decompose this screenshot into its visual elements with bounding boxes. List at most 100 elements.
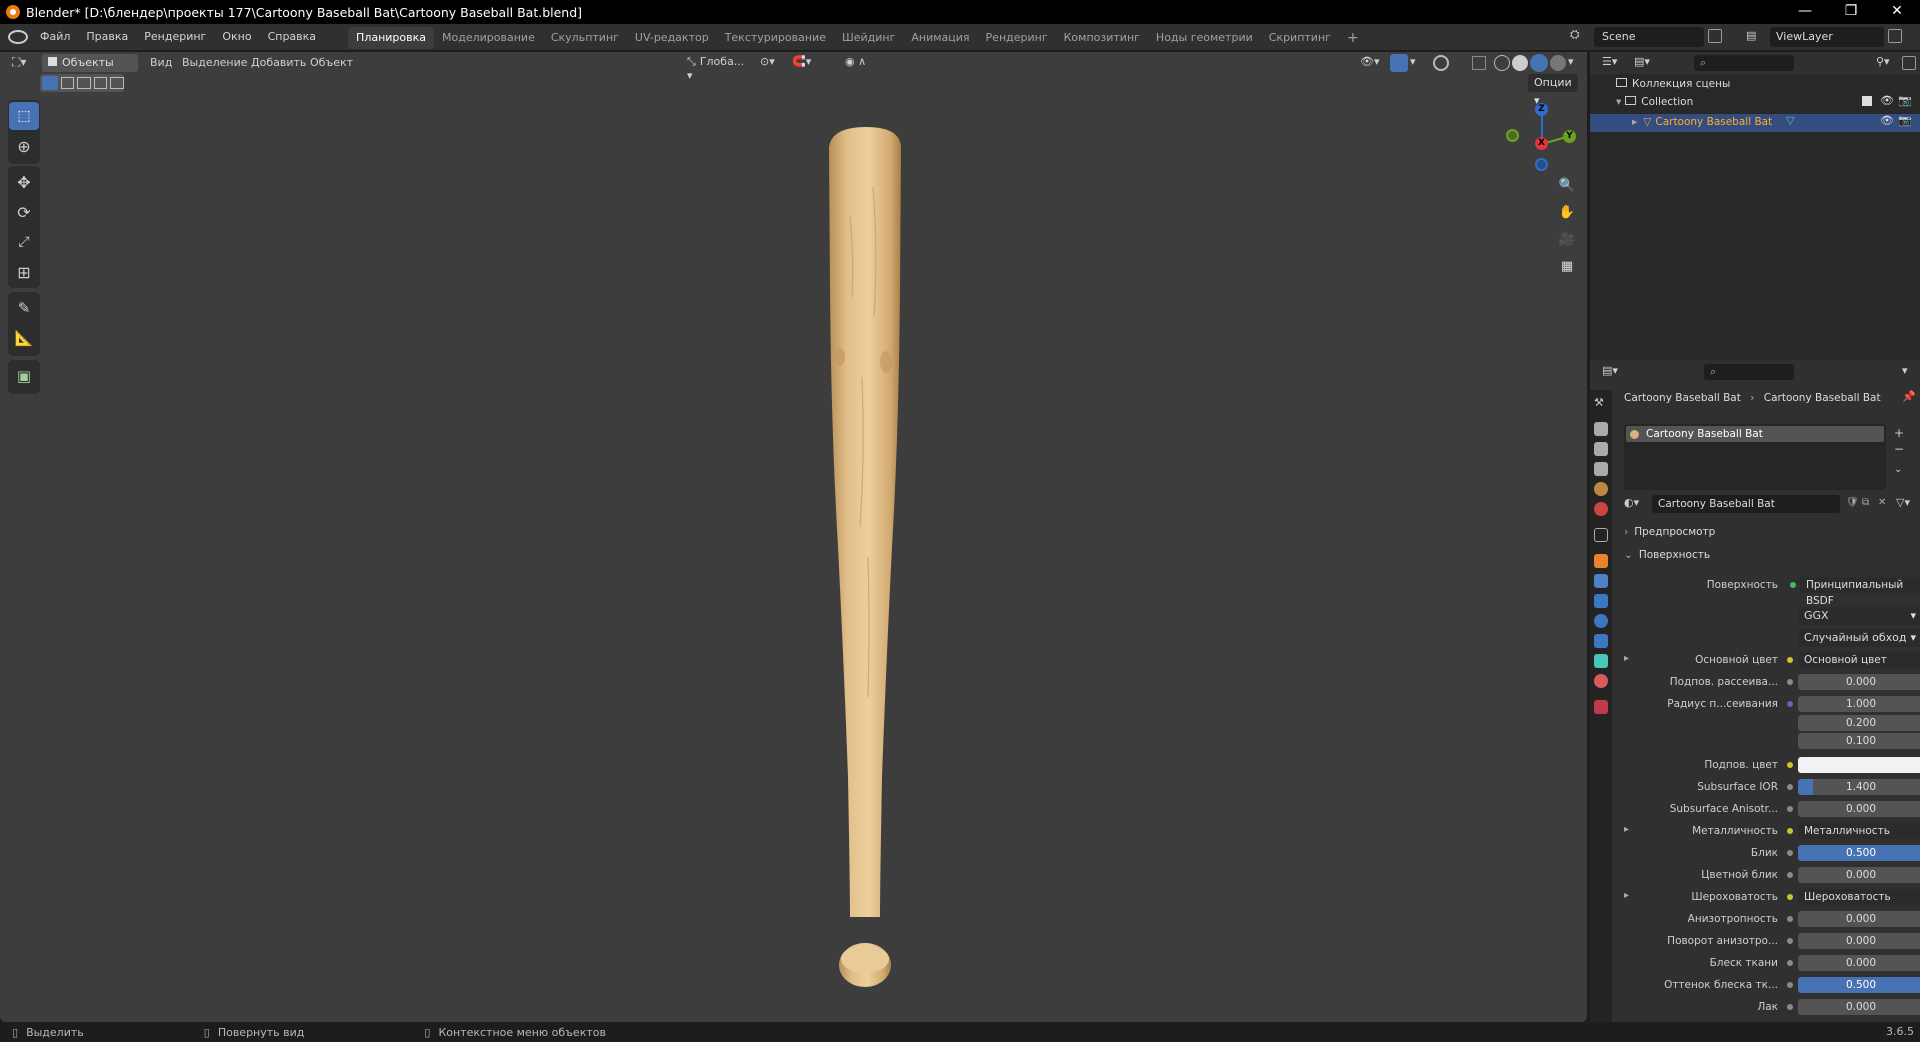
options-dropdown[interactable]: Опции ▾	[1528, 74, 1578, 107]
blender-menu-icon[interactable]	[8, 30, 28, 44]
mode-selector[interactable]: Объекты	[42, 54, 138, 72]
material-browse-icon[interactable]: ◐▾	[1624, 496, 1639, 509]
move-tool[interactable]: ✥	[9, 168, 39, 196]
scene-selector[interactable]: Scene	[1594, 27, 1704, 47]
tab-layout[interactable]: Планировка	[348, 26, 435, 49]
viewport-menu-object[interactable]: Объект	[310, 56, 353, 69]
material-slot-item[interactable]: Cartoony Baseball Bat	[1626, 426, 1884, 442]
display-mode-icon[interactable]: ▤▾	[1634, 55, 1650, 68]
gizmo-x-axis[interactable]: X	[1535, 137, 1548, 150]
value-slider[interactable]: 0.500	[1798, 845, 1920, 861]
unlink-material-icon[interactable]: ✕	[1878, 497, 1886, 508]
remove-slot-button[interactable]: −	[1894, 442, 1904, 456]
menu-render[interactable]: Рендеринг	[136, 24, 214, 50]
mesh-data-icon[interactable]: ▽	[1786, 114, 1794, 127]
properties-options-icon[interactable]: ▾	[1902, 364, 1908, 377]
minimize-button[interactable]: —	[1782, 0, 1828, 24]
physics-tab-icon[interactable]	[1594, 614, 1608, 628]
properties-search-input[interactable]: ⌕	[1704, 364, 1794, 380]
measure-tool[interactable]: 📐	[9, 324, 39, 352]
object-row-label[interactable]: ▸ ▽ Cartoony Baseball Bat	[1632, 116, 1772, 128]
value-slider[interactable]: 0.000	[1798, 867, 1920, 883]
view-layer-selector[interactable]: ViewLayer	[1770, 27, 1884, 47]
menu-edit[interactable]: Правка	[78, 24, 136, 50]
linked-input-field[interactable]: Шероховатость	[1798, 889, 1920, 905]
menu-help[interactable]: Справка	[260, 24, 324, 50]
close-button[interactable]: ✕	[1874, 0, 1920, 24]
shading-solid-icon[interactable]	[1512, 55, 1528, 71]
transform-orientation[interactable]: ⤡ Глоба... ▾	[687, 55, 752, 82]
select-new-icon[interactable]	[42, 76, 58, 90]
input-socket-icon[interactable]	[1787, 806, 1793, 812]
value-slider[interactable]: 0.000	[1798, 933, 1920, 949]
menu-file[interactable]: Файл	[32, 24, 78, 50]
input-socket-icon[interactable]	[1787, 679, 1793, 685]
value-slider[interactable]: 0.000	[1798, 999, 1920, 1015]
collection-checkbox[interactable]	[1862, 96, 1872, 106]
value-slider[interactable]: 0.000	[1798, 955, 1920, 971]
object-visibility-icon[interactable]: 👁	[1880, 114, 1894, 127]
filter-icon[interactable]: ⚲▾	[1876, 55, 1890, 68]
select-extend-icon[interactable]	[60, 77, 75, 89]
expand-socket-icon[interactable]: ▸	[1624, 824, 1629, 835]
distribution-dropdown[interactable]: GGX ▾	[1798, 607, 1920, 625]
tab-compositing[interactable]: Композитинг	[1056, 27, 1148, 49]
select-invert-icon[interactable]	[93, 77, 108, 89]
transform-tool[interactable]: ⊞	[9, 258, 39, 286]
3d-viewport[interactable]	[0, 52, 1587, 1022]
value-slider[interactable]: 0.100	[1798, 733, 1920, 749]
expand-socket-icon[interactable]: ▸	[1624, 890, 1629, 901]
modifier-tab-icon[interactable]	[1594, 574, 1608, 588]
input-socket-icon[interactable]	[1787, 762, 1793, 768]
add-cube-tool[interactable]: ▣	[9, 362, 39, 390]
particles-tab-icon[interactable]	[1594, 594, 1608, 608]
collection-render-icon[interactable]: 📷	[1898, 94, 1912, 107]
shading-rendered-icon[interactable]	[1550, 55, 1566, 71]
input-socket-icon[interactable]	[1787, 916, 1793, 922]
render-tab-icon[interactable]	[1594, 422, 1608, 436]
shading-wireframe-icon[interactable]	[1494, 55, 1510, 71]
scale-tool[interactable]: ⤢	[9, 228, 39, 256]
gizmo-dropdown-icon[interactable]: ▾	[1410, 55, 1416, 68]
properties-editor-icon[interactable]: ▤▾	[1602, 364, 1618, 377]
data-tab-icon[interactable]	[1594, 654, 1608, 668]
input-socket-icon[interactable]	[1787, 960, 1793, 966]
surface-section-header[interactable]: ⌄ Поверхность	[1624, 549, 1710, 561]
gizmo-neg-y-axis[interactable]	[1506, 129, 1519, 142]
subsurface-method-dropdown[interactable]: Случайный обход ▾	[1798, 629, 1920, 647]
value-slider[interactable]: 0.500	[1798, 977, 1920, 993]
shading-material-icon[interactable]	[1530, 54, 1548, 72]
menu-window[interactable]: Окно	[214, 24, 259, 50]
pin-icon[interactable]: 📌	[1902, 390, 1916, 403]
cursor-tool[interactable]: ⊕	[9, 132, 39, 160]
slot-specials-button[interactable]: ⌄	[1894, 464, 1902, 475]
value-slider[interactable]: 1.400	[1798, 779, 1920, 795]
snap-icon[interactable]: 🧲▾	[792, 55, 811, 68]
new-scene-icon[interactable]	[1708, 29, 1722, 43]
input-socket-icon[interactable]	[1787, 828, 1793, 834]
scene-tab-icon[interactable]	[1594, 482, 1608, 496]
value-slider[interactable]: 0.000	[1798, 911, 1920, 927]
input-socket-icon[interactable]	[1787, 701, 1793, 707]
input-socket-icon[interactable]	[1787, 657, 1793, 663]
camera-view-icon[interactable]: 🎥	[1555, 227, 1579, 251]
add-workspace-button[interactable]: +	[1339, 27, 1367, 49]
duplicate-material-icon[interactable]: ⧉	[1862, 497, 1869, 508]
fake-user-icon[interactable]: 🛡	[1846, 497, 1859, 508]
input-socket-icon[interactable]	[1787, 850, 1793, 856]
gizmo-y-axis[interactable]: Y	[1563, 130, 1576, 143]
linked-input-field[interactable]: Основной цвет	[1798, 652, 1920, 668]
pivot-icon[interactable]: ⊙▾	[760, 55, 775, 68]
gizmo-z-axis[interactable]: Z	[1535, 103, 1548, 116]
outliner-editor-icon[interactable]: ☰▾	[1602, 55, 1617, 68]
input-socket-icon[interactable]	[1787, 982, 1793, 988]
value-slider[interactable]: 0.200	[1798, 715, 1920, 731]
collection-tab-icon[interactable]	[1594, 528, 1608, 542]
object-tab-icon[interactable]	[1594, 554, 1608, 568]
gizmo-toggle-icon[interactable]	[1390, 54, 1408, 72]
select-intersect-icon[interactable]	[110, 77, 124, 89]
world-tab-icon[interactable]	[1594, 502, 1608, 516]
tab-rendering[interactable]: Рендеринг	[978, 27, 1056, 49]
surface-shader-field[interactable]: Принципиальный BSDF	[1800, 577, 1920, 607]
viewport-menu-add[interactable]: Добавить	[251, 56, 306, 69]
